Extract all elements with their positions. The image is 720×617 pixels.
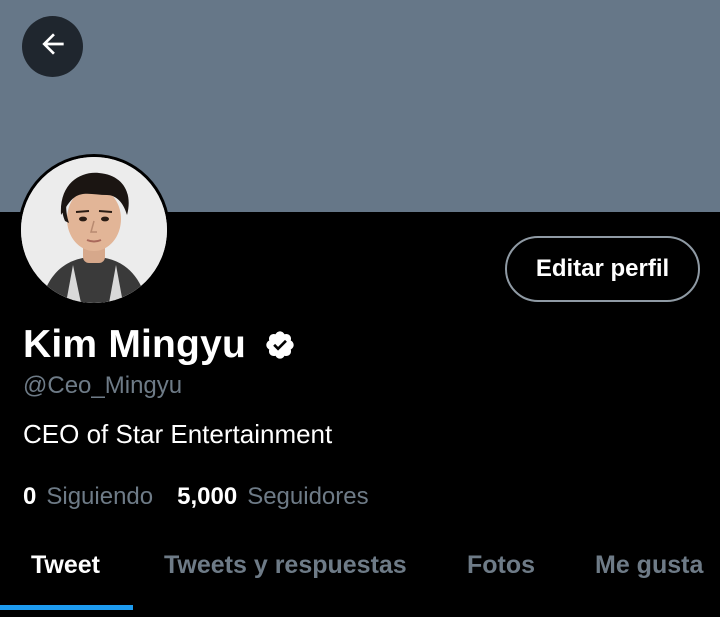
followers-label: Seguidores — [247, 483, 369, 510]
followers-count: 5,000 — [177, 483, 238, 510]
tab-tweets[interactable]: Tweet — [31, 551, 100, 580]
active-tab-indicator — [0, 605, 133, 610]
following-count: 0 — [23, 483, 37, 510]
profile-photo — [21, 157, 167, 303]
tab-tweets-replies[interactable]: Tweets y respuestas — [164, 551, 407, 580]
following-label: Siguiendo — [46, 483, 154, 510]
edit-profile-button[interactable]: Editar perfil — [505, 236, 700, 302]
followers-stat[interactable]: 5,000 Seguidores — [177, 483, 368, 511]
display-name: Kim Mingyu — [23, 323, 246, 366]
profile-tabs: Tweet Tweets y respuestas Fotos Me gusta — [0, 535, 720, 617]
user-handle: @Ceo_Mingyu — [23, 372, 183, 399]
tab-likes[interactable]: Me gusta — [595, 551, 703, 580]
following-stat[interactable]: 0 Siguiendo — [23, 483, 153, 511]
tab-photos[interactable]: Fotos — [467, 551, 535, 580]
verified-badge-icon — [264, 329, 296, 361]
profile-page: Editar perfil Kim Mingyu @Ceo_Mingyu CEO… — [0, 0, 720, 617]
avatar[interactable] — [18, 154, 170, 306]
follow-stats: 0 Siguiendo 5,000 Seguidores — [23, 483, 393, 511]
arrow-left-icon — [37, 28, 69, 65]
profile-bio: CEO of Star Entertainment — [23, 419, 333, 449]
back-button[interactable] — [22, 16, 83, 77]
name-row: Kim Mingyu — [23, 323, 296, 367]
